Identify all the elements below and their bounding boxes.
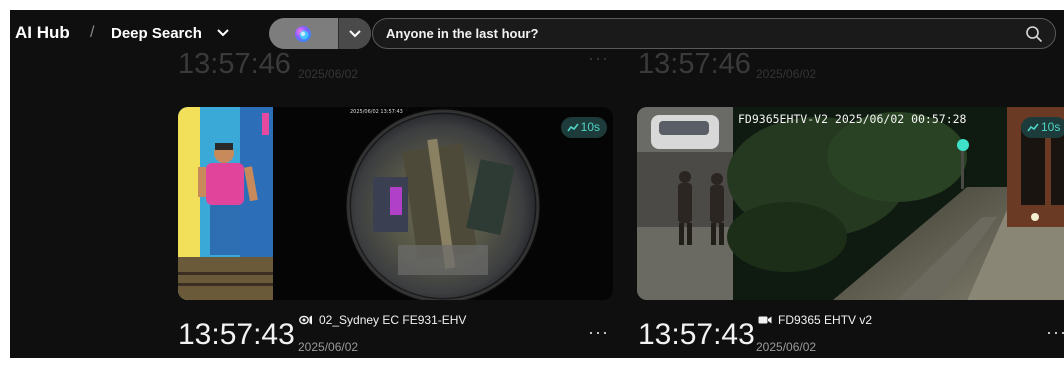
camera-name-label: 02_Sydney EC FE931-EHV (319, 313, 467, 327)
app-window: 13:57:46 2025/06/02 ··· 13:57:46 2025/06… (10, 10, 1064, 358)
fisheye-video-frame (178, 107, 541, 300)
video-timestamp-overlay: 2025/06/02 13:57:43 (350, 109, 403, 115)
more-icon[interactable]: ··· (1046, 322, 1064, 343)
video-thumbnail[interactable]: FD9365EHTV-V2 2025/06/02 00:57:28 10s (637, 107, 1064, 300)
video-timestamp-overlay: FD9365EHTV-V2 2025/06/02 00:57:28 (738, 112, 967, 126)
clip-duration-badge: 10s (1021, 117, 1064, 138)
ai-orb-icon[interactable] (293, 24, 313, 44)
previous-result-date: 2025/06/02 (298, 67, 359, 81)
top-bar: AI Hub / Deep Search Anyone in the last … (10, 10, 1064, 60)
result-time: 13:57:43 (178, 318, 295, 351)
clip-duration: 10s (1041, 120, 1061, 134)
assistant-dropdown[interactable] (338, 18, 371, 49)
clip-duration: 10s (580, 120, 600, 134)
chevron-down-icon (349, 30, 361, 38)
trend-icon (567, 123, 579, 132)
video-camera-icon (758, 316, 772, 324)
search-icon[interactable] (1025, 25, 1043, 43)
more-icon[interactable]: ··· (588, 322, 609, 343)
chevron-down-icon[interactable] (217, 28, 229, 38)
brand-title[interactable]: AI Hub (15, 23, 70, 43)
breadcrumb-separator: / (90, 24, 95, 41)
camera-name[interactable]: FD9365 EHTV v2 (758, 313, 872, 327)
breadcrumb-deep-search[interactable]: Deep Search (111, 25, 202, 42)
street-video-frame (637, 107, 1064, 300)
fisheye-camera-icon (299, 315, 312, 325)
video-thumbnail[interactable]: 2025/06/02 13:57:43 10s (178, 107, 613, 300)
result-date: 2025/06/02 (756, 340, 817, 354)
assistant-selector[interactable] (269, 18, 371, 49)
camera-name-label: FD9365 EHTV v2 (778, 313, 873, 327)
previous-result-date: 2025/06/02 (756, 67, 817, 81)
camera-name[interactable]: 02_Sydney EC FE931-EHV (299, 313, 466, 327)
search-input[interactable]: Anyone in the last hour? (386, 26, 538, 41)
trend-icon (1027, 123, 1039, 132)
result-date: 2025/06/02 (298, 340, 359, 354)
search-bar[interactable]: Anyone in the last hour? (372, 18, 1056, 49)
result-time: 13:57:43 (638, 318, 755, 351)
clip-duration-badge: 10s (560, 117, 607, 138)
